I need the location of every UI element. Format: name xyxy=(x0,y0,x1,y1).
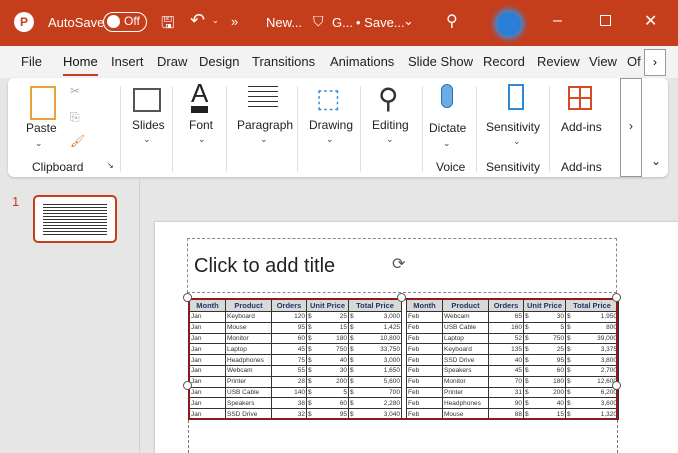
resize-handle[interactable] xyxy=(397,293,406,302)
paragraph-icon[interactable] xyxy=(248,86,278,108)
voice-group-label: Voice xyxy=(436,160,466,174)
tab-design[interactable]: Design xyxy=(199,54,239,69)
tab-review[interactable]: Review xyxy=(537,54,580,69)
tab-home[interactable]: Home xyxy=(63,54,98,76)
maximize-icon[interactable] xyxy=(600,15,611,26)
editing-button[interactable]: Editing xyxy=(372,118,409,132)
paragraph-button[interactable]: Paragraph xyxy=(237,118,293,132)
autosave-toggle[interactable]: Off xyxy=(103,12,147,32)
rotate-handle-icon[interactable]: ⟳ xyxy=(392,254,405,274)
tab-record[interactable]: Record xyxy=(483,54,525,69)
paste-dropdown-icon[interactable]: ⌄ xyxy=(35,138,43,149)
search-icon[interactable]: ⚲ xyxy=(378,82,399,115)
sensitivity-group-label: Sensitivity xyxy=(486,160,541,174)
add-ins-icon[interactable] xyxy=(568,86,592,110)
slide-thumbnails-pane: 1 xyxy=(0,178,140,453)
resize-handle[interactable] xyxy=(183,381,192,390)
tab-animations[interactable]: Animations xyxy=(330,54,394,69)
dictate-button[interactable]: Dictate xyxy=(429,121,466,135)
save-status[interactable]: • Save... xyxy=(356,15,405,30)
format-painter-icon[interactable]: 🖌 xyxy=(70,134,85,148)
avatar[interactable] xyxy=(497,12,521,36)
slides-button[interactable]: Slides xyxy=(132,118,165,132)
chevron-down-icon[interactable]: ⌄ xyxy=(403,13,414,29)
tab-overflow[interactable]: Of xyxy=(627,54,641,69)
slide-thumbnail[interactable] xyxy=(33,195,117,243)
font-icon[interactable]: A xyxy=(191,80,209,113)
undo-dropdown-icon[interactable]: ⌄ xyxy=(212,16,219,25)
more-commands-icon[interactable]: » xyxy=(231,14,238,29)
font-button[interactable]: Font xyxy=(189,118,213,132)
cut-icon[interactable]: ✂ xyxy=(70,84,80,98)
add-ins-button[interactable]: Add-ins xyxy=(561,120,602,134)
drawing-button[interactable]: Drawing xyxy=(309,118,353,132)
microphone-icon[interactable] xyxy=(441,84,453,108)
drawing-icon[interactable]: ⬚ xyxy=(316,83,341,114)
search-icon[interactable]: ⚲ xyxy=(446,11,458,31)
sensitivity-icon[interactable] xyxy=(508,84,524,110)
tab-slide-show[interactable]: Slide Show xyxy=(408,54,473,69)
shield-icon: ⛉ xyxy=(313,13,324,29)
paste-icon[interactable] xyxy=(30,86,56,120)
resize-handle[interactable] xyxy=(612,381,621,390)
sensitivity-label[interactable]: G... xyxy=(332,15,353,30)
title-bar: P AutoSave Off 🖫 ↶ ⌄ » New... ⛉ G... • S… xyxy=(0,0,678,46)
undo-icon[interactable]: ↶ xyxy=(190,10,205,31)
tab-draw[interactable]: Draw xyxy=(157,54,187,69)
tab-file[interactable]: File xyxy=(21,54,42,69)
copy-icon[interactable]: ⎘ xyxy=(70,110,80,125)
resize-handle[interactable] xyxy=(183,293,192,302)
save-icon[interactable]: 🖫 xyxy=(161,12,175,39)
powerpoint-logo-icon: P xyxy=(14,12,34,32)
tabs-scroll-right-button[interactable]: › xyxy=(644,49,666,76)
ribbon: Paste ⌄ ✂ ⎘ 🖌 Clipboard ↘ Slides ⌄ A Fon… xyxy=(8,78,668,177)
autosave-label: AutoSave xyxy=(48,15,105,30)
tab-insert[interactable]: Insert xyxy=(111,54,144,69)
slide-number: 1 xyxy=(12,194,20,209)
ribbon-scroll-right-button[interactable]: › xyxy=(620,78,642,177)
close-icon[interactable]: ✕ xyxy=(644,11,657,31)
tab-view[interactable]: View xyxy=(589,54,617,69)
collapse-ribbon-icon[interactable]: ⌄ xyxy=(651,154,661,168)
file-name[interactable]: New... xyxy=(266,15,302,30)
paste-button[interactable]: Paste xyxy=(26,121,57,135)
sensitivity-button[interactable]: Sensitivity xyxy=(486,120,540,134)
clipboard-group-label: Clipboard xyxy=(32,160,84,174)
ribbon-tabs: File Home Insert Draw Design Transitions… xyxy=(0,46,678,78)
add-ins-group-label: Add-ins xyxy=(561,160,602,174)
selection-frame xyxy=(188,298,618,420)
tab-transitions[interactable]: Transitions xyxy=(252,54,315,69)
resize-handle[interactable] xyxy=(612,293,621,302)
minimize-icon[interactable]: – xyxy=(553,12,562,30)
title-placeholder-text[interactable]: Click to add title xyxy=(194,255,335,278)
clipboard-launcher-icon[interactable]: ↘ xyxy=(107,161,114,170)
slides-icon[interactable] xyxy=(133,88,161,112)
